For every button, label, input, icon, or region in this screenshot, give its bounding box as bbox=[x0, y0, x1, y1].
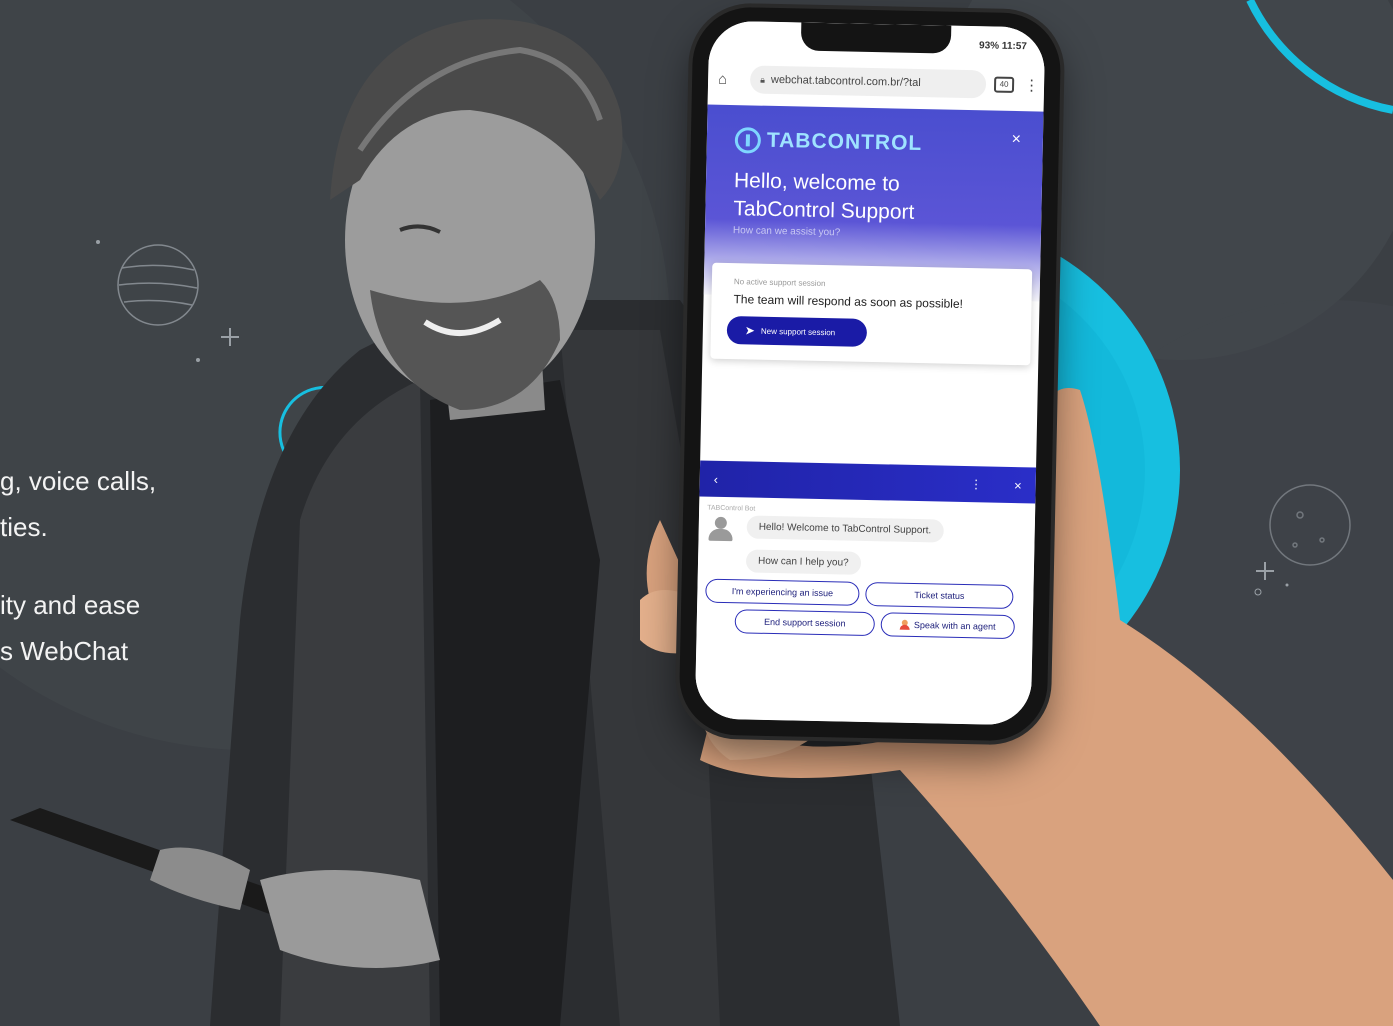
new-session-label: New support session bbox=[760, 326, 836, 337]
send-icon: ➤ bbox=[744, 323, 756, 338]
quick-reply-issue[interactable]: I'm experiencing an issue bbox=[705, 578, 860, 606]
chat-message: Hello! Welcome to TabControl Support. bbox=[746, 515, 944, 543]
new-session-button[interactable]: ➤ New support session bbox=[726, 315, 868, 347]
quick-reply-end-session[interactable]: End support session bbox=[734, 609, 876, 637]
side-copy: g, voice calls, ties. ity and ease s Web… bbox=[0, 458, 200, 674]
lock-icon: 🔒︎ bbox=[760, 74, 766, 85]
welcome-title-line: TabControl Support bbox=[733, 197, 915, 224]
back-icon[interactable]: ‹ bbox=[714, 471, 719, 486]
chat-area: TABControl Bot Hello! Welcome to TabCont… bbox=[694, 498, 1036, 726]
quick-reply-label: Speak with an agent bbox=[913, 619, 996, 632]
browser-url-bar: ⌂ 🔒︎ webchat.tabcontrol.com.br/?tal 40 ⋮ bbox=[707, 52, 1045, 112]
smartphone: 93% 11:57 ⌂ 🔒︎ webchat.tabcontrol.com.br… bbox=[678, 6, 1062, 742]
chat-menu-icon[interactable]: ⋮ bbox=[970, 477, 982, 491]
close-icon[interactable]: × bbox=[1011, 131, 1021, 149]
session-card: No active support session The team will … bbox=[710, 262, 1033, 366]
url-text: webchat.tabcontrol.com.br/?tal bbox=[770, 73, 921, 89]
battery-time: 93% 11:57 bbox=[978, 40, 1028, 53]
phone-notch bbox=[800, 22, 952, 54]
chat-header: ‹ ⋮ × bbox=[699, 460, 1037, 504]
brand-name: TABCONTROL bbox=[766, 128, 923, 156]
copy-line: s WebChat bbox=[0, 636, 129, 666]
welcome-title: Hello, welcome to TabControl Support bbox=[733, 167, 1014, 229]
chat-close-icon[interactable]: × bbox=[1014, 478, 1022, 493]
copy-line: ity and ease bbox=[0, 590, 141, 620]
session-status-label: No active support session bbox=[733, 277, 826, 289]
quick-reply-ticket-status[interactable]: Ticket status bbox=[865, 581, 1014, 610]
brand-logo: TABCONTROL bbox=[734, 127, 1015, 159]
tabs-button[interactable]: 40 bbox=[993, 76, 1015, 93]
chat-message: How can I help you? bbox=[745, 549, 861, 575]
address-field[interactable]: 🔒︎ webchat.tabcontrol.com.br/?tal bbox=[749, 65, 987, 99]
quick-reply-speak-agent[interactable]: Speak with an agent bbox=[880, 612, 1015, 640]
home-icon[interactable]: ⌂ bbox=[718, 70, 742, 87]
logo-mark-icon bbox=[734, 127, 762, 154]
bot-avatar-icon bbox=[708, 516, 733, 543]
copy-line: ties. bbox=[0, 512, 48, 542]
copy-line: g, voice calls, bbox=[0, 466, 157, 496]
kebab-icon[interactable]: ⋮ bbox=[1024, 76, 1039, 94]
agent-icon bbox=[900, 620, 910, 630]
phone-screen: 93% 11:57 ⌂ 🔒︎ webchat.tabcontrol.com.br… bbox=[694, 20, 1046, 726]
session-message: The team will respond as soon as possibl… bbox=[733, 292, 964, 311]
bot-name: TABControl Bot bbox=[707, 504, 756, 513]
